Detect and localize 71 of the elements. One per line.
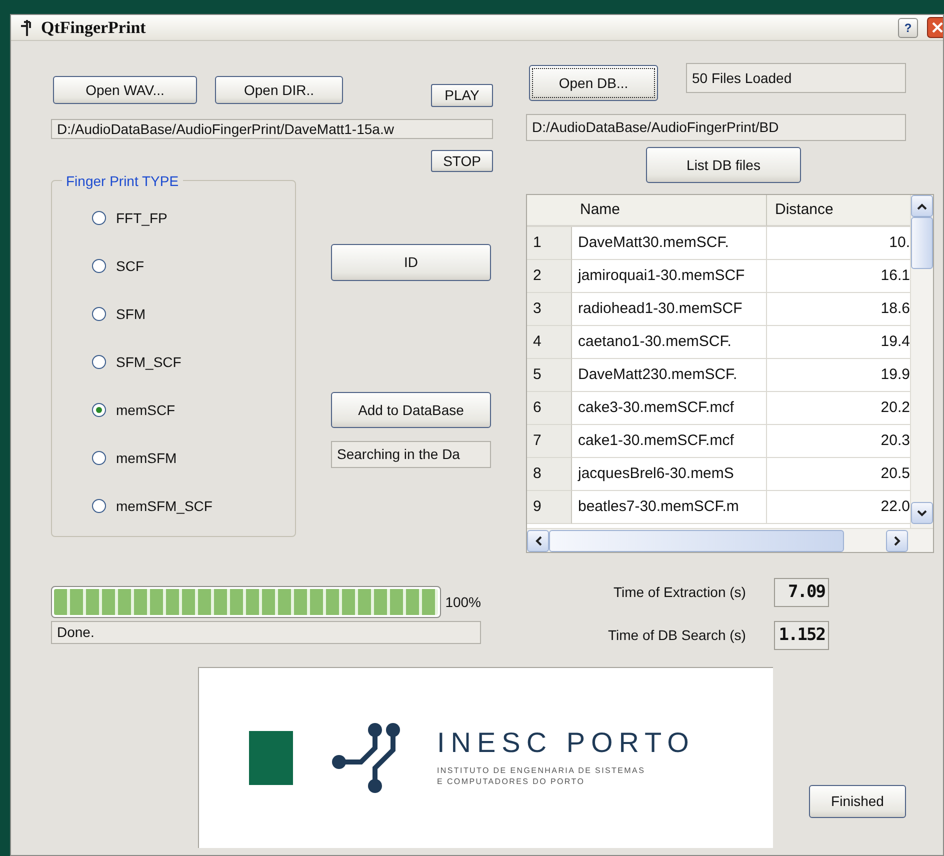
logo-subtitle: INSTITUTO DE ENGENHARIA DE SISTEMAS — [437, 764, 646, 776]
radio-label[interactable]: memSCF — [116, 400, 176, 420]
status-field: Done. — [51, 621, 481, 644]
radio-label[interactable]: memSFM — [116, 448, 177, 468]
table-cell: radiohead1-30.memSCF — [572, 293, 767, 326]
window-title: QtFingerPrint — [41, 16, 146, 39]
radio-button[interactable] — [92, 403, 106, 417]
row-number: 3 — [527, 293, 572, 326]
lcd-display: 1.152 — [774, 621, 829, 650]
scroll-thumb[interactable] — [911, 217, 933, 269]
radio-button[interactable] — [92, 355, 106, 369]
scroll-right-button[interactable] — [886, 530, 908, 552]
radio-button[interactable] — [92, 259, 106, 273]
chevron-left-icon — [534, 536, 542, 546]
open-db-button[interactable]: Open DB... — [529, 65, 658, 101]
open-wav-button[interactable]: Open WAV... — [53, 76, 197, 104]
scroll-down-button[interactable] — [911, 502, 933, 524]
row-number: 8 — [527, 458, 572, 491]
table-cell: caetano1-30.memSCF. — [572, 326, 767, 359]
status-field: Searching in the Da — [331, 441, 491, 468]
add-to-database-button[interactable]: Add to DataBase — [331, 392, 491, 428]
timing-label: Time of DB Search (s) — [608, 626, 746, 645]
file-path-field[interactable]: D:/AudioDataBase/AudioFingerPrint/DaveMatt1-15a.w — [51, 119, 493, 139]
row-number: 9 — [527, 491, 572, 524]
scroll-left-button[interactable] — [527, 530, 549, 552]
radio-button[interactable] — [92, 499, 106, 513]
play-button[interactable]: PLAY — [431, 84, 493, 107]
radio-button[interactable] — [92, 307, 106, 321]
table-cell: jacquesBrel6-30.memS — [572, 458, 767, 491]
help-button[interactable]: ? — [898, 18, 918, 38]
row-number: 2 — [527, 260, 572, 293]
logo-title: INESC PORTO — [437, 728, 695, 757]
radio-button[interactable] — [92, 211, 106, 225]
chevron-right-icon — [894, 536, 900, 546]
files-loaded-field: 50 Files Loaded — [686, 63, 906, 93]
progress-percent: 100% — [445, 592, 481, 612]
table-cell: cake3-30.memSCF.mcf — [572, 392, 767, 425]
id-button[interactable]: ID — [331, 244, 491, 281]
row-number: 6 — [527, 392, 572, 425]
row-number: 5 — [527, 359, 572, 392]
radio-button[interactable] — [92, 451, 106, 465]
radio-label[interactable]: memSFM_SCF — [116, 496, 212, 516]
radio-label[interactable]: SCF — [116, 256, 144, 276]
close-icon[interactable] — [927, 17, 943, 38]
finished-button[interactable]: Finished — [809, 785, 906, 818]
radio-label[interactable]: SFM — [116, 304, 146, 324]
scroll-up-button[interactable] — [911, 195, 933, 217]
radio-label[interactable]: SFM_SCF — [116, 352, 182, 372]
logo-mark-icon — [249, 731, 293, 785]
radio-label[interactable]: FFT_FP — [116, 208, 168, 228]
row-number: 1 — [527, 227, 572, 260]
table-cell: beatles7-30.memSCF.m — [572, 491, 767, 524]
stop-button[interactable]: STOP — [431, 150, 493, 172]
logo-subtitle: E COMPUTADORES DO PORTO — [437, 776, 586, 788]
table-cell: DaveMatt230.memSCF. — [572, 359, 767, 392]
timing-label: Time of Extraction (s) — [613, 583, 746, 602]
column-header[interactable]: Distance — [767, 195, 910, 227]
lcd-display: 7.09 — [774, 578, 829, 607]
table-cell: DaveMatt30.memSCF. — [572, 227, 767, 260]
chevron-down-icon — [917, 510, 927, 516]
list-db-files-button[interactable]: List DB files — [646, 147, 801, 183]
table-cell: jamiroquai1-30.memSCF — [572, 260, 767, 293]
row-number: 4 — [527, 326, 572, 359]
scroll-thumb[interactable] — [549, 530, 844, 552]
database-path-field: D:/AudioDataBase/AudioFingerPrint/BD — [526, 114, 906, 141]
corner-header — [527, 195, 572, 227]
table-cell: cake1-30.memSCF.mcf — [572, 425, 767, 458]
row-number: 7 — [527, 425, 572, 458]
open-dir-button[interactable]: Open DIR.. — [215, 76, 343, 104]
column-header[interactable]: Name — [572, 195, 767, 227]
chevron-up-icon — [917, 202, 927, 210]
